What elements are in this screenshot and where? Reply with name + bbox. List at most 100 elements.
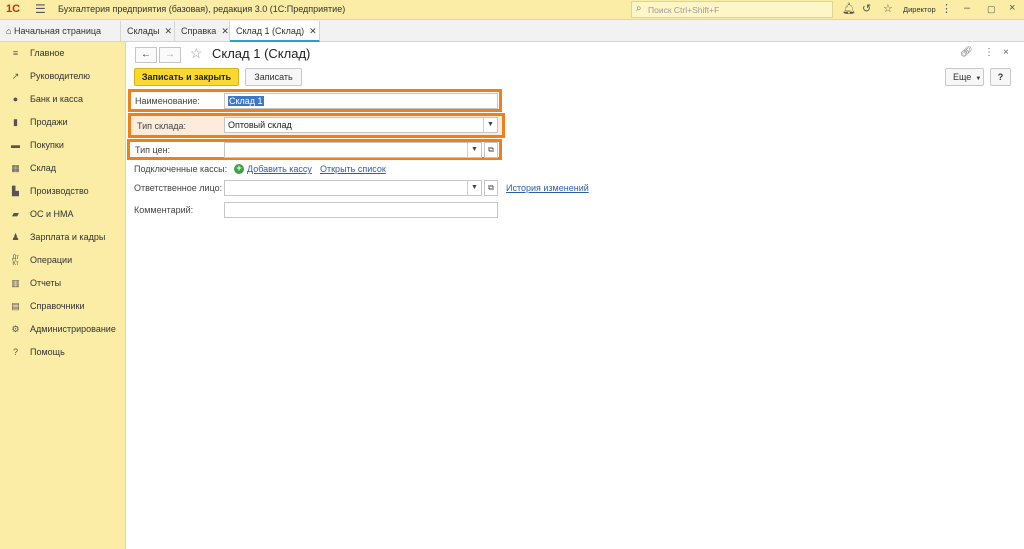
person-icon: ♟ [11,232,20,242]
truck-icon: ▰ [12,209,19,219]
chevron-down-icon[interactable]: ▼ [483,118,497,132]
book-icon: ▤ [11,301,20,311]
app-logo: 1С [6,3,21,15]
tab-home[interactable]: ⌂ Начальная страница [0,21,121,42]
tab-label: Начальная страница [13,26,102,36]
add-cash-link[interactable]: Добавить кассу [247,164,312,174]
sidebar: ≡ Главное ↗ Руководителю ● Банк и касса ▮ Пр… [0,42,126,549]
tab-help[interactable]: Справка ✕ [175,21,230,42]
more-actions-icon[interactable]: ⋮ [984,47,994,58]
tab-label: Склады [127,26,160,36]
coin-icon: ● [12,94,19,104]
sidebar-item-label: Руководителю [30,71,91,81]
sidebar-item-label: Отчеты [30,278,62,288]
report-icon: ▥ [11,278,20,288]
cash-registers-label: Подключенные кассы: [134,164,228,174]
sidebar-item-manager[interactable]: ↗ Руководителю [0,66,126,88]
home-icon: ⌂ [6,26,12,36]
factory-icon: ▙ [12,186,19,196]
sidebar-item-label: Продажи [30,117,68,127]
chevron-down-icon[interactable]: ▼ [467,143,481,157]
open-price-type-icon[interactable]: ⧉ [484,142,498,158]
maximize-icon[interactable]: ▢ [987,4,996,15]
close-window-icon[interactable]: × [1009,2,1015,14]
sidebar-item-label: Операции [30,255,73,265]
link-icon[interactable]: 🔗︎ [960,47,973,58]
minimize-icon[interactable]: – [964,2,970,14]
user-name[interactable]: Директор [903,5,936,14]
save-button[interactable]: Записать [245,68,302,86]
dt-kt-icon: Дт Кт [12,255,19,267]
bag-icon: ▮ [13,117,18,127]
bell-icon[interactable]: 🔔︎ [842,2,856,15]
responsible-select[interactable]: ▼ [224,180,482,196]
search-icon: ⌕ [636,3,642,14]
tab-warehouses[interactable]: Склады ✕ [121,21,175,42]
tab-warehouse-1[interactable]: Склад 1 (Склад) ✕ [230,21,320,42]
sidebar-item-label: Банк и касса [30,94,83,104]
more-button-label: Еще [953,72,972,82]
history-icon[interactable]: ↺ [862,2,871,15]
comment-field[interactable] [224,202,498,218]
tab-bar: ⌂ Начальная страница Склады ✕ Справка ✕ Ск… [0,20,1024,42]
sidebar-item-reports[interactable]: ▥ Отчеты [0,273,126,295]
settings-menu-icon[interactable]: ⋮ [941,2,952,15]
favorites-icon[interactable]: ☆ [883,2,893,15]
search-input[interactable]: ⌕ Поиск Ctrl+Shift+F [631,1,833,18]
price-type-label: Тип цен: [135,145,171,155]
sidebar-item-label: Помощь [30,347,65,357]
responsible-label: Ответственное лицо: [134,183,223,193]
sidebar-item-administration[interactable]: ⚙ Администрирование [0,319,126,341]
close-tab-icon[interactable]: ✕ [221,26,229,36]
close-tab-icon[interactable]: ✕ [309,26,317,36]
add-icon[interactable]: + [234,164,244,174]
forward-button[interactable]: → [159,47,181,63]
name-field[interactable]: Склад 1 [224,93,498,109]
sidebar-item-payroll[interactable]: ♟ Зарплата и кадры [0,227,126,249]
chevron-down-icon: ▼ [975,76,982,82]
sidebar-item-main[interactable]: ≡ Главное [0,43,126,65]
warehouse-type-select[interactable]: Оптовый склад ▼ [224,117,498,133]
tab-label: Склад 1 (Склад) [236,26,305,36]
tab-label: Справка [181,26,217,36]
form-title: Склад 1 (Склад) [212,46,311,61]
sidebar-item-help[interactable]: ? Помощь [0,342,126,364]
gear-icon: ⚙ [11,324,20,334]
sidebar-item-production[interactable]: ▙ Производство [0,181,126,203]
history-link[interactable]: История изменений [506,183,589,193]
warehouse-icon: ▦ [11,163,20,173]
chevron-down-icon[interactable]: ▼ [467,181,481,195]
price-type-select[interactable]: ▼ [224,142,482,158]
sidebar-item-operations[interactable]: Дт Кт Операции [0,250,126,272]
help-icon: ? [12,347,18,357]
sidebar-item-fixed-assets[interactable]: ▰ ОС и НМА [0,204,126,226]
close-form-icon[interactable]: × [1003,47,1009,58]
more-button[interactable]: Еще ▼ [945,68,984,86]
sidebar-item-label: ОС и НМА [30,209,74,219]
name-label: Наименование: [135,96,200,106]
sidebar-item-label: Зарплата и кадры [30,232,106,242]
name-value: Склад 1 [228,96,264,106]
open-responsible-icon[interactable]: ⧉ [484,180,498,196]
trend-icon: ↗ [11,71,20,81]
app-title: Бухгалтерия предприятия (базовая), редак… [58,4,346,14]
menu-icon: ≡ [12,48,19,58]
open-list-link[interactable]: Открыть список [320,164,386,174]
sidebar-item-label: Справочники [30,301,85,311]
sidebar-item-label: Склад [30,163,57,173]
favorite-star-icon[interactable]: ☆ [190,45,203,62]
cart-icon: ▬ [11,140,20,150]
close-tab-icon[interactable]: ✕ [165,26,173,36]
title-bar: 1С ☰ Бухгалтерия предприятия (базовая), … [0,0,1024,20]
sidebar-item-catalogs[interactable]: ▤ Справочники [0,296,126,318]
sidebar-item-sales[interactable]: ▮ Продажи [0,112,126,134]
sidebar-item-warehouse[interactable]: ▦ Склад [0,158,126,180]
comment-label: Комментарий: [134,205,194,215]
sidebar-item-bank[interactable]: ● Банк и касса [0,89,126,111]
help-button[interactable]: ? [990,68,1011,86]
back-button[interactable]: ← [135,47,157,63]
main-menu-icon[interactable]: ☰ [35,2,46,16]
sidebar-item-purchases[interactable]: ▬ Покупки [0,135,126,157]
sidebar-item-label: Главное [30,48,65,58]
save-and-close-button[interactable]: Записать и закрыть [134,68,239,86]
